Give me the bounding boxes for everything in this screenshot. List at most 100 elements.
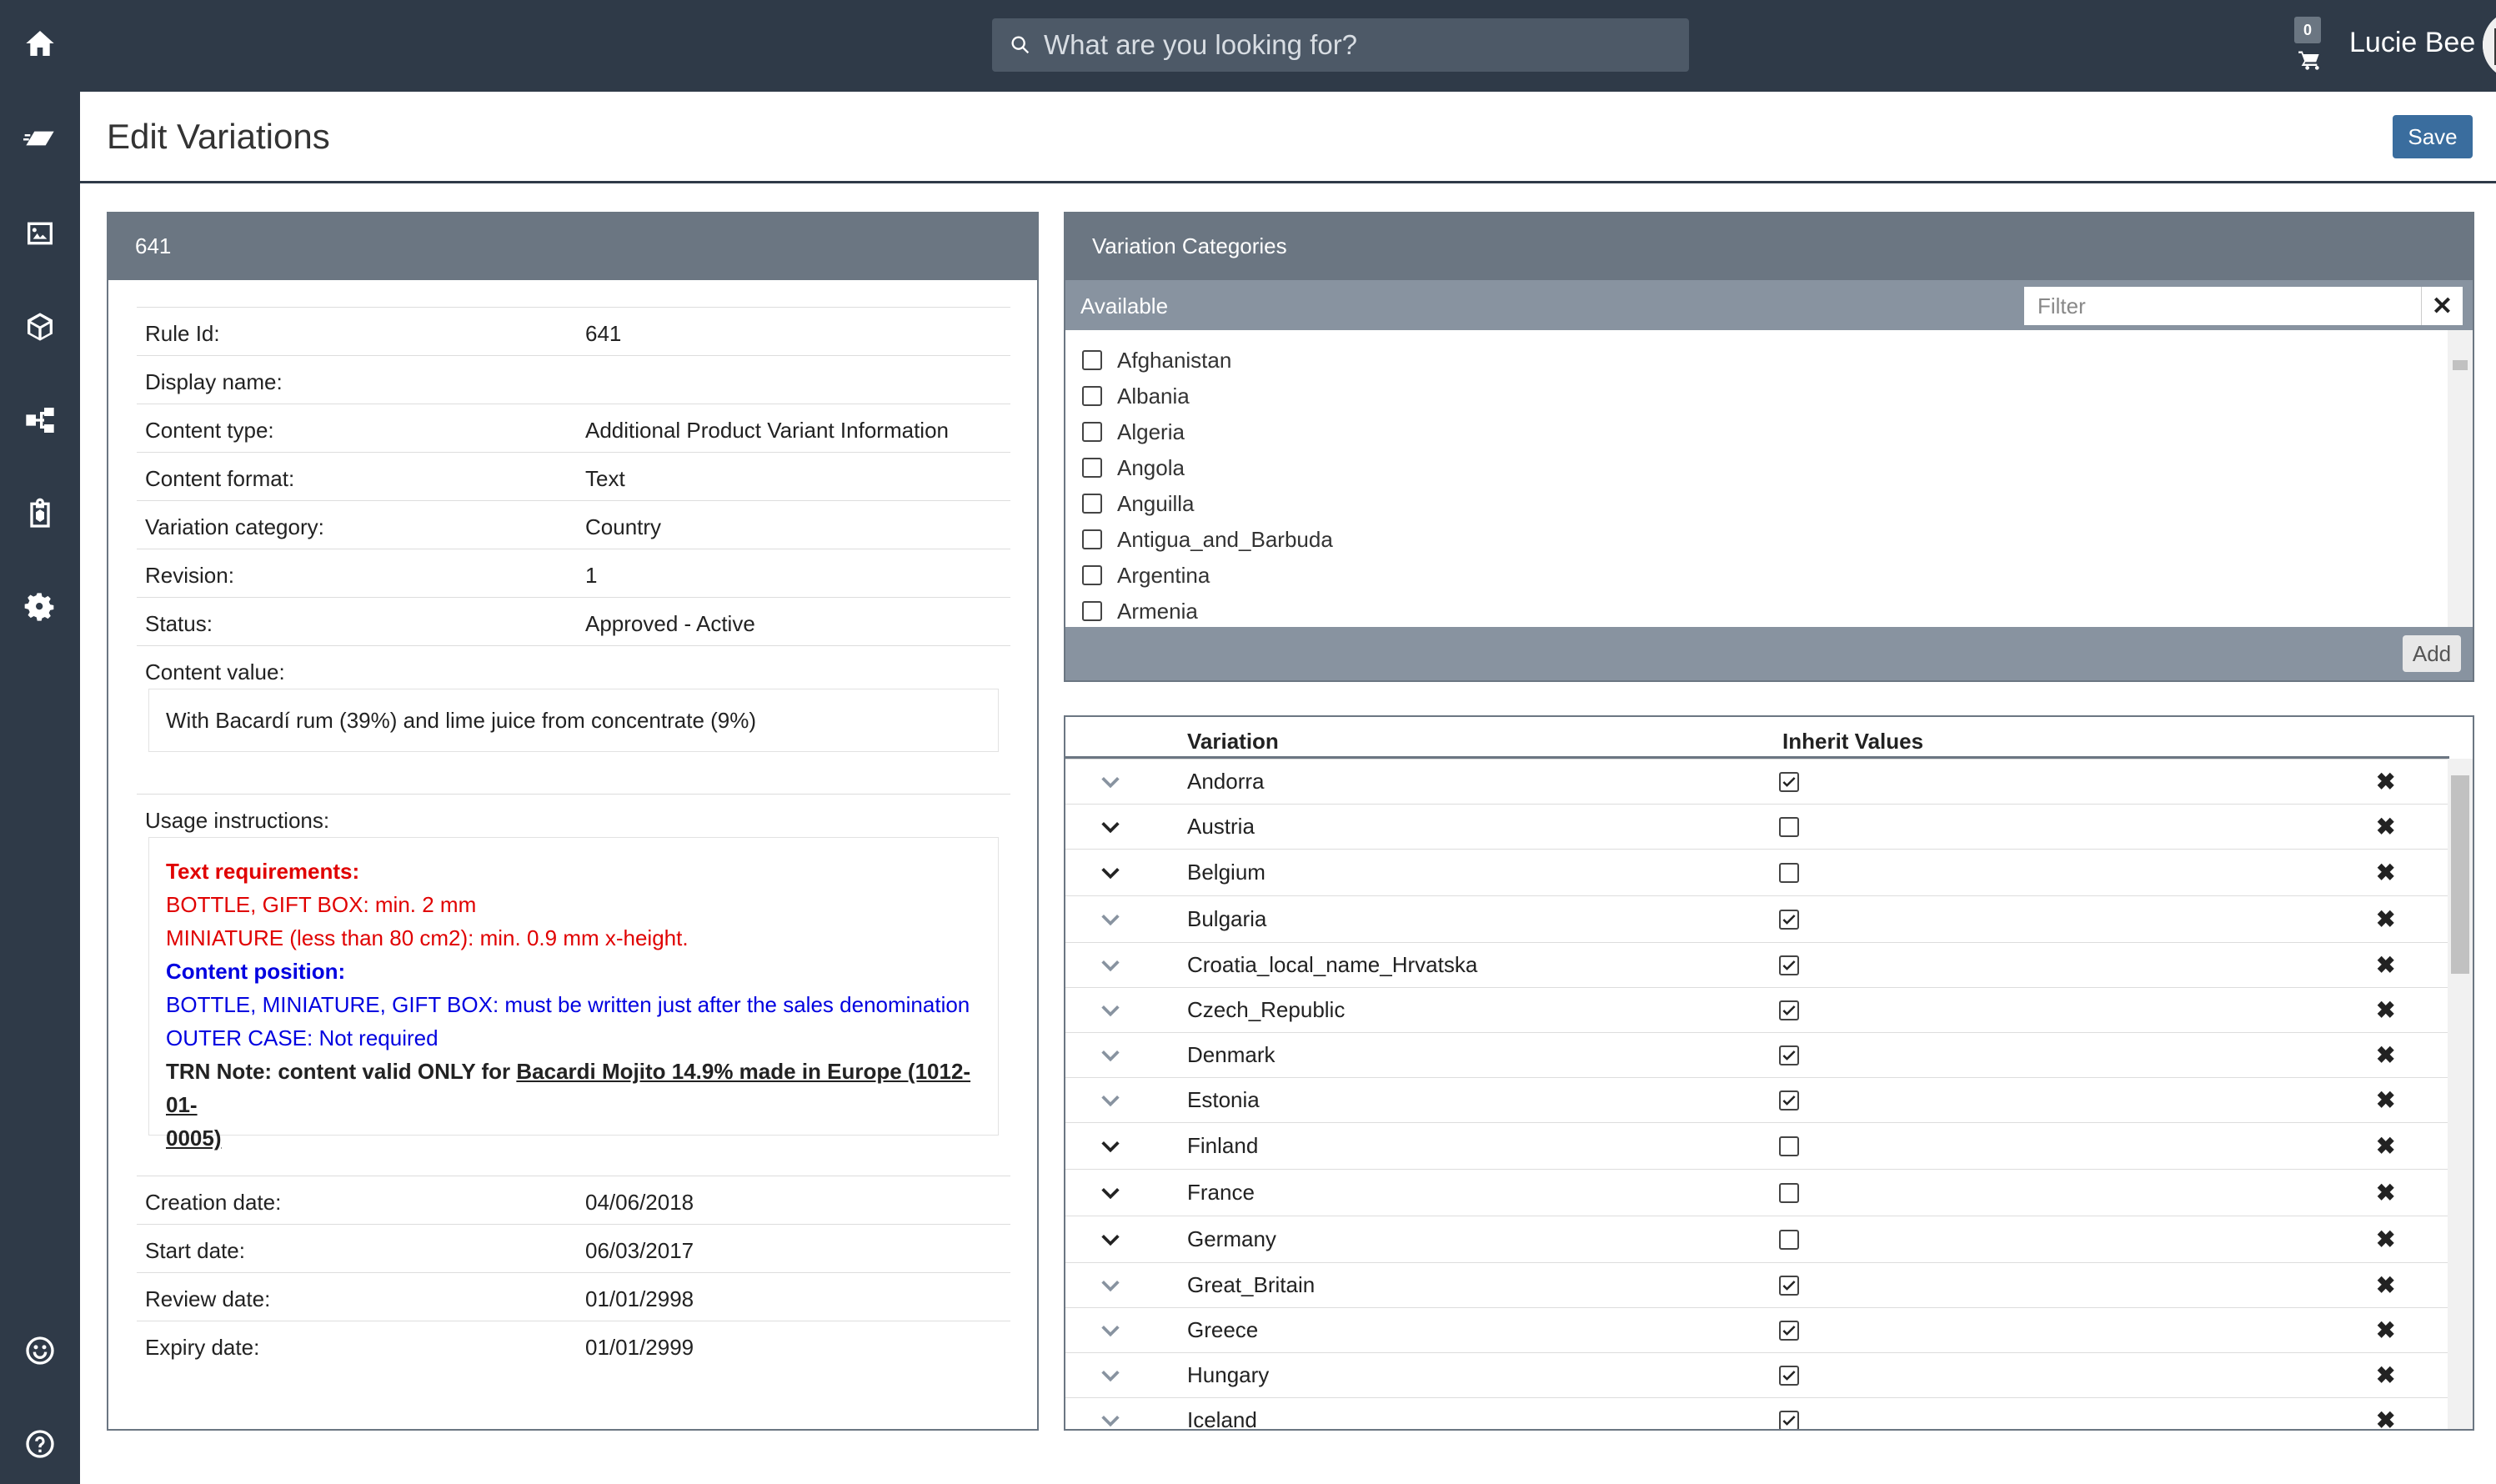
scrollbar-thumb[interactable]: [2451, 775, 2469, 974]
variation-name: Croatia_local_name_Hrvatska: [1187, 952, 1478, 977]
search-input[interactable]: [1044, 29, 1677, 61]
field-label: Revision:: [145, 563, 234, 588]
variation-name: Belgium: [1187, 860, 1266, 885]
inherit-values-checkbox[interactable]: [1779, 1033, 1799, 1077]
remove-variation-icon[interactable]: ✖: [2376, 805, 2395, 849]
remove-variation-icon[interactable]: ✖: [2376, 896, 2395, 942]
field-label: Content format:: [145, 466, 295, 491]
column-header-inherit-values[interactable]: Inherit Values: [1782, 729, 1923, 755]
remove-variation-icon[interactable]: ✖: [2376, 1033, 2395, 1077]
chevron-down-icon[interactable]: [1099, 1123, 1122, 1169]
chevron-down-icon[interactable]: [1099, 1353, 1122, 1397]
available-item-label: Anguilla: [1117, 490, 1195, 516]
cube-icon[interactable]: [0, 302, 80, 352]
available-item[interactable]: Anguilla: [1082, 487, 1195, 520]
add-button[interactable]: Add: [2403, 635, 2461, 672]
chevron-down-icon[interactable]: [1099, 943, 1122, 987]
chevron-down-icon[interactable]: [1099, 896, 1122, 942]
variation-name: Andorra: [1187, 769, 1265, 794]
available-item-checkbox[interactable]: [1082, 386, 1102, 406]
chevron-down-icon[interactable]: [1099, 1216, 1122, 1262]
inherit-values-checkbox[interactable]: [1779, 943, 1799, 987]
remove-variation-icon[interactable]: ✖: [2376, 1353, 2395, 1397]
cart-button[interactable]: 0: [2291, 17, 2328, 75]
inherit-values-checkbox[interactable]: [1779, 1353, 1799, 1397]
hierarchy-icon[interactable]: [0, 395, 80, 445]
smiley-icon[interactable]: [0, 1326, 80, 1376]
inherit-values-checkbox[interactable]: [1779, 1078, 1799, 1122]
remove-variation-icon[interactable]: ✖: [2376, 1123, 2395, 1169]
save-button[interactable]: Save: [2393, 115, 2473, 158]
available-item-checkbox[interactable]: [1082, 529, 1102, 549]
remove-variation-icon[interactable]: ✖: [2376, 1078, 2395, 1122]
clear-filter-icon[interactable]: ✕: [2421, 287, 2463, 325]
remove-variation-icon[interactable]: ✖: [2376, 1308, 2395, 1352]
remove-variation-icon[interactable]: ✖: [2376, 1216, 2395, 1262]
inherit-values-checkbox[interactable]: [1779, 1216, 1799, 1262]
clipboard-icon[interactable]: [0, 489, 80, 539]
available-item[interactable]: Albania: [1082, 379, 1190, 413]
available-item[interactable]: Angola: [1082, 451, 1185, 484]
available-item[interactable]: Argentina: [1082, 559, 1210, 592]
chevron-down-icon[interactable]: [1099, 1033, 1122, 1077]
status-row: Status: Approved - Active: [137, 597, 1010, 645]
chevron-down-icon[interactable]: [1099, 760, 1122, 804]
chevron-down-icon[interactable]: [1099, 850, 1122, 895]
column-header-variation[interactable]: Variation: [1187, 729, 1279, 755]
filter-input[interactable]: [2024, 287, 2421, 325]
variation-name: France: [1187, 1180, 1255, 1205]
inherit-values-checkbox[interactable]: [1779, 988, 1799, 1032]
user-name[interactable]: Lucie Bee: [2349, 27, 2475, 59]
table-row: France ✖: [1065, 1169, 2449, 1216]
avatar[interactable]: [2483, 10, 2496, 80]
search-box[interactable]: [992, 18, 1689, 72]
eraser-icon[interactable]: [0, 113, 80, 163]
chevron-down-icon[interactable]: [1099, 805, 1122, 849]
available-item-checkbox[interactable]: [1082, 494, 1102, 514]
inherit-values-checkbox[interactable]: [1779, 850, 1799, 895]
remove-variation-icon[interactable]: ✖: [2376, 1398, 2395, 1429]
page-title: Edit Variations: [107, 117, 330, 156]
inherit-values-checkbox[interactable]: [1779, 1263, 1799, 1307]
trn-note-link-continued[interactable]: 0005): [166, 1121, 981, 1155]
available-item[interactable]: Algeria: [1082, 415, 1185, 449]
chevron-down-icon[interactable]: [1099, 988, 1122, 1032]
inherit-values-checkbox[interactable]: [1779, 896, 1799, 942]
settings-icon[interactable]: [0, 582, 80, 632]
scrollbar-thumb[interactable]: [2453, 360, 2468, 370]
image-icon[interactable]: [0, 208, 80, 258]
chevron-down-icon[interactable]: [1099, 1078, 1122, 1122]
available-item-checkbox[interactable]: [1082, 350, 1102, 370]
chevron-down-icon[interactable]: [1099, 1263, 1122, 1307]
available-item-checkbox[interactable]: [1082, 422, 1102, 442]
available-item-checkbox[interactable]: [1082, 458, 1102, 478]
field-value: 01/01/2998: [585, 1286, 694, 1311]
content-type-row: Content type: Additional Product Variant…: [137, 404, 1010, 452]
help-icon[interactable]: [0, 1419, 80, 1469]
remove-variation-icon[interactable]: ✖: [2376, 1170, 2395, 1216]
chevron-down-icon[interactable]: [1099, 1308, 1122, 1352]
categories-panel-title: Variation Categories: [1065, 213, 2473, 280]
available-item-checkbox[interactable]: [1082, 565, 1102, 585]
inherit-values-checkbox[interactable]: [1779, 1123, 1799, 1169]
inherit-values-checkbox[interactable]: [1779, 1170, 1799, 1216]
inherit-values-checkbox[interactable]: [1779, 1308, 1799, 1352]
inherit-values-checkbox[interactable]: [1779, 805, 1799, 849]
inherit-values-checkbox[interactable]: [1779, 760, 1799, 804]
available-item-checkbox[interactable]: [1082, 601, 1102, 621]
variations-scrollbar[interactable]: [2448, 759, 2473, 1429]
inherit-values-checkbox[interactable]: [1779, 1398, 1799, 1429]
remove-variation-icon[interactable]: ✖: [2376, 1263, 2395, 1307]
available-item[interactable]: Armenia: [1082, 594, 1198, 627]
chevron-down-icon[interactable]: [1099, 1170, 1122, 1216]
available-item[interactable]: Afghanistan: [1082, 343, 1231, 377]
remove-variation-icon[interactable]: ✖: [2376, 943, 2395, 987]
available-scrollbar[interactable]: [2448, 330, 2473, 627]
remove-variation-icon[interactable]: ✖: [2376, 988, 2395, 1032]
variation-name: Iceland: [1187, 1407, 1257, 1431]
available-item[interactable]: Antigua_and_Barbuda: [1082, 523, 1333, 556]
chevron-down-icon[interactable]: [1099, 1398, 1122, 1429]
remove-variation-icon[interactable]: ✖: [2376, 760, 2395, 804]
remove-variation-icon[interactable]: ✖: [2376, 850, 2395, 895]
home-icon[interactable]: [0, 18, 80, 68]
